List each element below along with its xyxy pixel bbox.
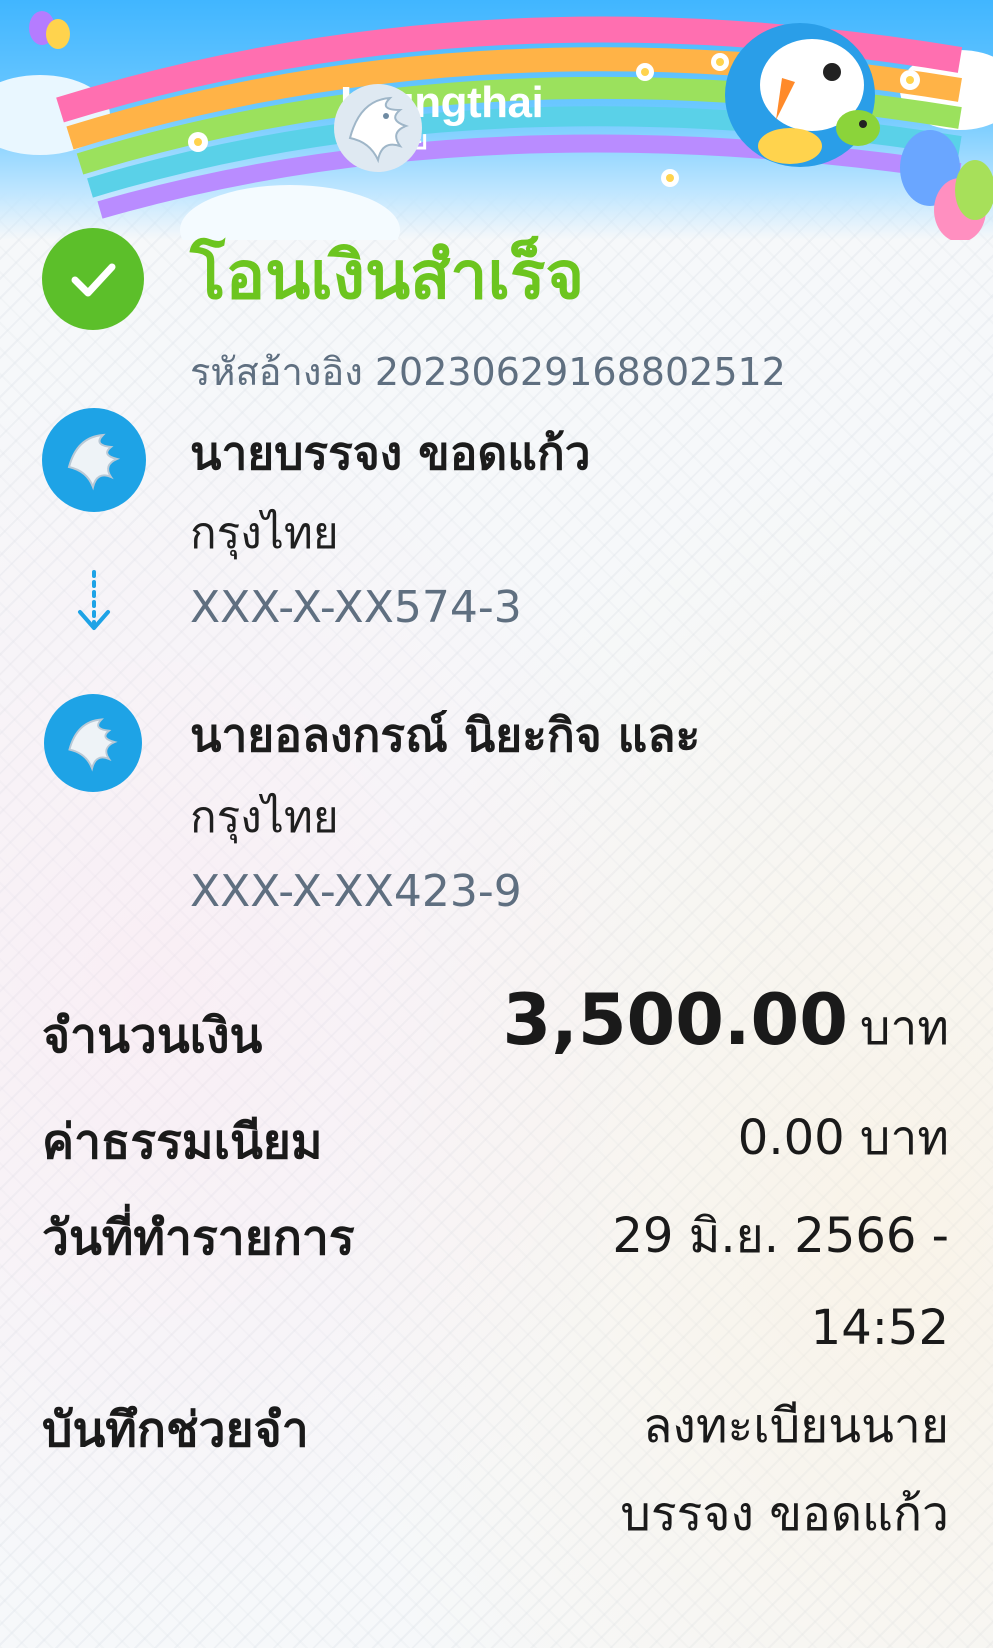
fee-label: ค่าธรรมเนียม (42, 1114, 323, 1170)
reference-label: รหัสอ้างอิง (190, 350, 363, 394)
sender-account: XXX-X-XX574-3 (190, 582, 522, 633)
receiver-account: XXX-X-XX423-9 (190, 866, 522, 917)
receiver-bank-avatar (44, 694, 142, 792)
garuda-icon (68, 718, 118, 772)
date-label: วันที่ทำรายการ (42, 1210, 355, 1266)
memo-value-line1: ลงทะเบียนนาย (643, 1398, 949, 1454)
memo-value-line2: บรรจง ขอดแก้ว (620, 1486, 949, 1542)
bank-logo: Krungthai กรุงไทย (330, 80, 544, 172)
sender-bank-avatar (42, 408, 146, 512)
garuda-icon (67, 433, 121, 491)
fee-value: 0.00 บาท (737, 1110, 949, 1166)
amount-value: 3,500.00 (502, 979, 848, 1061)
date-value-line2: 14:52 (810, 1300, 949, 1356)
date-value-line1: 29 มิ.ย. 2566 - (612, 1208, 949, 1264)
sender-bank: กรุงไทย (190, 508, 339, 559)
receiver-bank: กรุงไทย (190, 792, 339, 843)
garuda-logo-icon (334, 84, 422, 172)
transfer-arrow-down-icon (78, 570, 110, 630)
transfer-success-title: โอนเงินสำเร็จ (190, 237, 585, 314)
sender-name: นายบรรจง ขอดแก้ว (190, 426, 591, 480)
amount-unit: บาท (859, 1000, 949, 1056)
amount-label: จำนวนเงิน (42, 1008, 263, 1064)
reference-number: 20230629168802512 (374, 350, 786, 394)
memo-label: บันทึกช่วยจำ (42, 1402, 309, 1458)
success-check-icon (42, 228, 144, 330)
header-banner: Krungthai กรุงไทย (0, 0, 993, 240)
amount-value-row: 3,500.00 บาท (503, 985, 949, 1058)
receiver-name: นายอลงกรณ์ นิยะกิจ และ (190, 708, 701, 762)
reference-line: รหัสอ้างอิง 20230629168802512 (190, 348, 786, 396)
